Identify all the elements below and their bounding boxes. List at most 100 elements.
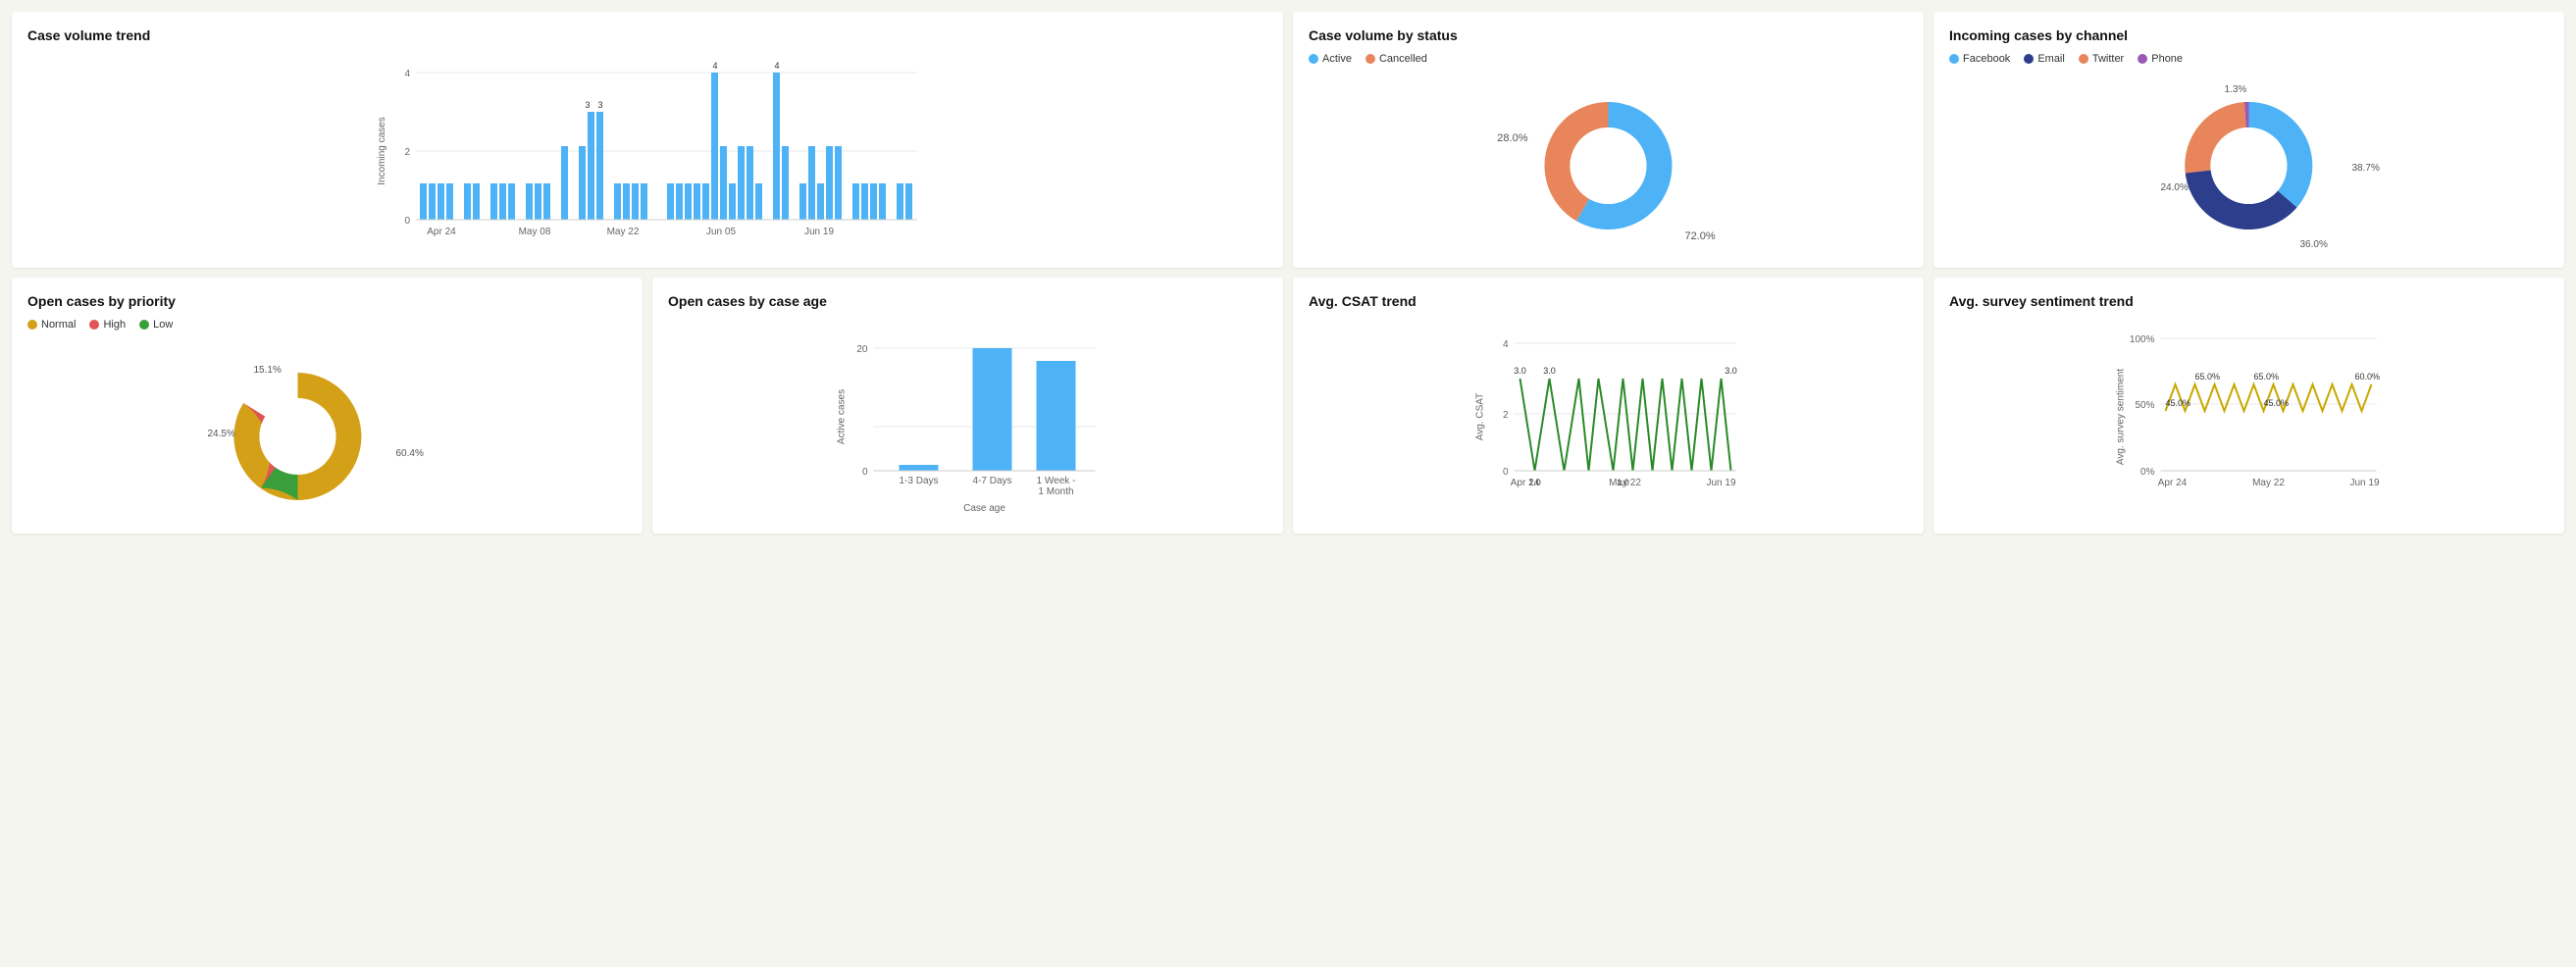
csat-y-label: Avg. CSAT	[1475, 393, 1486, 441]
x-tick-apr24: Apr 24	[427, 227, 456, 237]
legend-dot-email	[2024, 54, 2034, 64]
open-by-case-age-title: Open cases by case age	[668, 293, 1267, 309]
case-status-legend: Active Cancelled	[1309, 53, 1908, 65]
priority-legend: Normal High Low	[27, 319, 627, 331]
svg-text:3: 3	[597, 100, 602, 110]
donut-center	[1571, 127, 1647, 204]
x-tick-4-7days: 4-7 Days	[972, 476, 1011, 486]
legend-active: Active	[1309, 53, 1352, 65]
legend-dot-facebook	[1949, 54, 1959, 64]
dashboard: Case volume trend Incoming cases 4 2 0	[12, 12, 2564, 534]
csat-x-apr24: Apr 24	[1511, 478, 1540, 488]
legend-label-cancelled: Cancelled	[1379, 53, 1427, 65]
open-by-priority-title: Open cases by priority	[27, 293, 627, 309]
legend-label-email: Email	[2037, 53, 2065, 65]
case-age-y-label: Active cases	[837, 389, 848, 444]
legend-label-facebook: Facebook	[1963, 53, 2010, 65]
annot-650-1: 65.0%	[2195, 372, 2221, 382]
label-604: 60.4%	[396, 448, 424, 459]
legend-normal: Normal	[27, 319, 76, 331]
incoming-by-channel-card: Incoming cases by channel Facebook Email…	[1933, 12, 2564, 268]
x-axis-label: Case age	[963, 503, 1005, 514]
avg-csat-chart: Avg. CSAT 4 2 0 3.0 3.0 1.0 1.0 3.0 Apr …	[1309, 319, 1908, 515]
avg-survey-sentiment-title: Avg. survey sentiment trend	[1949, 293, 2549, 309]
bar-group: 3 3 4	[420, 61, 912, 220]
label-28pct: 28.0%	[1497, 132, 1527, 144]
case-volume-by-status-card: Case volume by status Active Cancelled	[1293, 12, 1924, 268]
x-tick-1week-label2: 1 Month	[1038, 486, 1073, 497]
bar-4-7-days	[973, 348, 1012, 471]
bar-label-3: 3	[585, 100, 590, 110]
y-axis-label: Incoming cases	[377, 117, 387, 184]
legend-dot-twitter	[2079, 54, 2088, 64]
case-volume-trend-card: Case volume trend Incoming cases 4 2 0	[12, 12, 1283, 268]
sentiment-x-apr24: Apr 24	[2158, 478, 2188, 488]
case-volume-trend-chart: Incoming cases 4 2 0	[27, 53, 1267, 249]
open-by-case-age-card: Open cases by case age Active cases 20 0…	[652, 278, 1283, 534]
legend-cancelled: Cancelled	[1365, 53, 1427, 65]
legend-dot-low	[139, 320, 149, 330]
bar-1-3-days	[900, 465, 939, 471]
legend-label-active: Active	[1322, 53, 1352, 65]
channel-donut-group	[2185, 102, 2312, 229]
legend-low: Low	[139, 319, 173, 331]
legend-phone: Phone	[2138, 53, 2183, 65]
y-tick-2: 2	[404, 147, 410, 158]
incoming-by-channel-title: Incoming cases by channel	[1949, 27, 2549, 43]
priority-donut: 60.4% 24.5% 15.1%	[27, 338, 627, 515]
legend-label-high: High	[103, 319, 126, 331]
case-status-donut: 28.0% 72.0%	[1309, 73, 1908, 249]
csat-y-4: 4	[1503, 339, 1509, 350]
csat-y-2: 2	[1503, 410, 1509, 421]
csat-line	[1520, 379, 1731, 471]
avg-csat-title: Avg. CSAT trend	[1309, 293, 1908, 309]
priority-donut-group	[233, 373, 361, 500]
sentiment-0pct: 0%	[2140, 467, 2155, 478]
bar-1week-1month	[1037, 361, 1076, 471]
legend-label-phone: Phone	[2151, 53, 2183, 65]
annot-30-1: 3.0	[1514, 366, 1526, 376]
y-tick-0-age: 0	[862, 467, 868, 478]
channel-donut: 38.7% 36.0% 24.0% 1.3%	[1949, 73, 2549, 249]
avg-csat-trend-card: Avg. CSAT trend Avg. CSAT 4 2 0 3.0 3.0 …	[1293, 278, 1924, 534]
legend-dot-cancelled	[1365, 54, 1375, 64]
survey-sentiment-chart: Avg. survey sentiment 100% 50% 0% 45.0% …	[1949, 319, 2549, 515]
y-tick-0: 0	[404, 216, 410, 227]
label-72pct: 72.0%	[1685, 230, 1716, 242]
sentiment-100pct: 100%	[2130, 334, 2155, 345]
legend-label-normal: Normal	[41, 319, 76, 331]
sentiment-x-jun19: Jun 19	[2349, 478, 2379, 488]
legend-facebook: Facebook	[1949, 53, 2010, 65]
annot-30-2: 3.0	[1543, 366, 1556, 376]
legend-twitter: Twitter	[2079, 53, 2124, 65]
legend-high: High	[89, 319, 126, 331]
y-tick-4: 4	[404, 69, 410, 79]
svg-text:4: 4	[774, 61, 779, 71]
svg-text:4: 4	[712, 61, 717, 71]
label-245: 24.5%	[208, 429, 235, 439]
channel-legend: Facebook Email Twitter Phone	[1949, 53, 2549, 65]
annot-450: 45.0%	[2166, 398, 2191, 408]
donut-group	[1544, 102, 1672, 229]
y-tick-20: 20	[856, 344, 868, 355]
x-tick-1-3days: 1-3 Days	[899, 476, 938, 486]
legend-dot-high	[89, 320, 99, 330]
legend-dot-active	[1309, 54, 1318, 64]
label-13: 1.3%	[2225, 84, 2247, 95]
legend-label-low: Low	[153, 319, 173, 331]
x-tick-jun05: Jun 05	[706, 227, 736, 237]
x-tick-may08: May 08	[519, 227, 551, 237]
priority-donut-center	[260, 398, 336, 475]
sentiment-y-label: Avg. survey sentiment	[2116, 369, 2127, 465]
label-387: 38.7%	[2352, 163, 2380, 174]
avg-survey-sentiment-card: Avg. survey sentiment trend Avg. survey …	[1933, 278, 2564, 534]
open-by-priority-card: Open cases by priority Normal High Low	[12, 278, 643, 534]
case-volume-by-status-title: Case volume by status	[1309, 27, 1908, 43]
annot-450-2: 45.0%	[2264, 398, 2290, 408]
annot-600: 60.0%	[2355, 372, 2381, 382]
label-240: 24.0%	[2161, 182, 2189, 193]
x-tick-may22: May 22	[607, 227, 640, 237]
annot-650-2: 65.0%	[2254, 372, 2280, 382]
legend-dot-normal	[27, 320, 37, 330]
sentiment-x-may22: May 22	[2252, 478, 2285, 488]
